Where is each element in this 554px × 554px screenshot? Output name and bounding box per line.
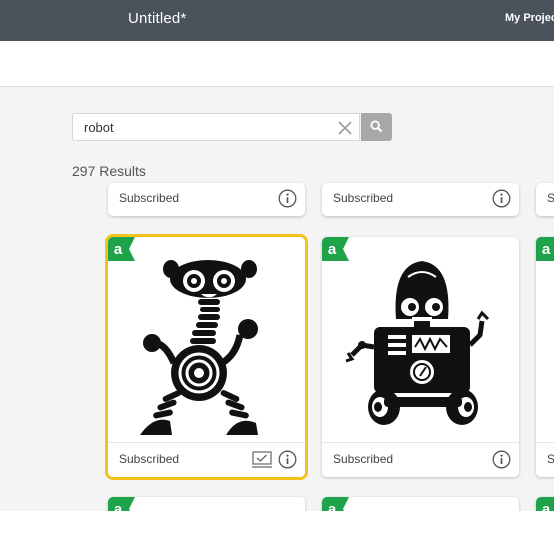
card-status-label: Subscribed <box>119 452 180 466</box>
results-count: 297 Results <box>72 163 146 179</box>
search-icon <box>370 120 383 133</box>
close-icon[interactable] <box>337 120 353 136</box>
badge-letter: a <box>328 501 337 511</box>
card-footer: Subscribed <box>322 442 519 477</box>
info-icon[interactable] <box>492 450 511 469</box>
my-projects-link[interactable]: My Projects <box>505 12 554 24</box>
card-status-label: Su <box>547 191 554 205</box>
card-status-label: Subscribed <box>119 191 180 205</box>
result-card[interactable]: a Subscribed <box>322 237 519 477</box>
card-status-label: Su <box>547 452 554 466</box>
result-card[interactable]: a <box>108 497 305 511</box>
toolbar <box>0 41 554 87</box>
result-card[interactable]: a <box>536 497 554 511</box>
artist-badge-icon: a <box>108 497 135 511</box>
document-title[interactable]: Untitled* <box>128 10 187 27</box>
badge-letter: a <box>542 501 551 511</box>
badge-letter: a <box>328 241 337 258</box>
badge-letter: a <box>542 241 551 258</box>
card-footer: Subscribed <box>108 442 305 477</box>
result-card[interactable]: Subscribed <box>322 183 519 216</box>
search-button[interactable] <box>361 113 392 141</box>
robot-dome-head-image <box>345 261 490 425</box>
result-card-selected[interactable]: a Subscribed <box>108 237 305 477</box>
top-bar: Untitled* My Projects <box>0 0 554 41</box>
badge-letter: a <box>114 501 123 511</box>
info-icon[interactable] <box>492 189 511 208</box>
checkmark-box-icon[interactable] <box>252 451 272 468</box>
page-bottom-area <box>0 511 554 554</box>
card-footer: Su <box>536 442 554 477</box>
search-panel: robot 297 Results Subscribed Subscribed <box>0 87 554 511</box>
artist-badge-icon: a <box>536 237 554 261</box>
result-card[interactable]: Subscribed <box>108 183 305 216</box>
artist-badge-icon: a <box>322 497 349 511</box>
artist-badge-icon: a <box>536 497 554 511</box>
info-icon[interactable] <box>278 450 297 469</box>
search-input[interactable]: robot <box>72 113 360 141</box>
info-icon[interactable] <box>278 189 297 208</box>
card-status-label: Subscribed <box>333 452 394 466</box>
result-card[interactable]: Su <box>536 183 554 216</box>
result-card[interactable]: a Su <box>536 237 554 477</box>
search-input-value: robot <box>84 120 114 135</box>
artist-badge-icon: a <box>108 237 135 261</box>
card-status-label: Subscribed <box>333 191 394 205</box>
artist-badge-icon: a <box>322 237 349 261</box>
robot-spiral-body-image <box>140 260 258 435</box>
badge-letter: a <box>114 241 123 258</box>
result-card[interactable]: a <box>322 497 519 511</box>
